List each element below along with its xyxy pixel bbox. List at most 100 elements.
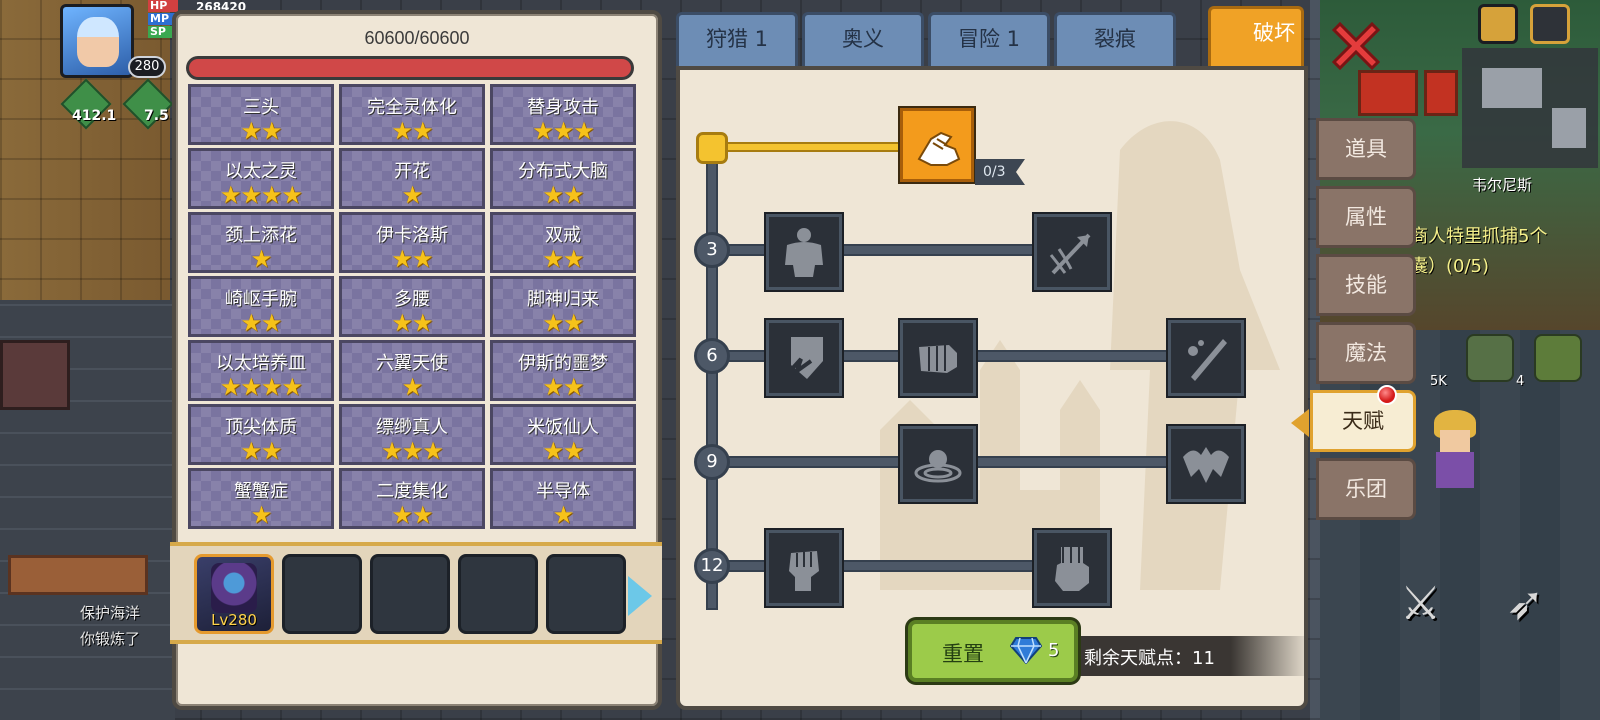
- minimap-room: [1482, 68, 1542, 108]
- trait-name: 三头: [243, 97, 279, 118]
- side-tab-magic[interactable]: 魔法: [1316, 322, 1416, 384]
- tab-adventure[interactable]: 冒险 1: [928, 12, 1050, 70]
- pet-slot-5[interactable]: [546, 554, 626, 634]
- floor-right: [1320, 330, 1600, 720]
- star-rating-icon: ★★: [240, 437, 282, 465]
- globe-icon[interactable]: [1478, 4, 1518, 44]
- close-icon[interactable]: [1326, 16, 1386, 76]
- talent-arrow-strike[interactable]: [1034, 214, 1110, 290]
- pet-slot-1[interactable]: Lv280: [194, 554, 274, 634]
- talent-gauntlet[interactable]: [1034, 530, 1110, 606]
- remaining-points-bar: 剩余天赋点：11: [1080, 636, 1304, 676]
- trait-name: 双戒: [545, 225, 581, 246]
- arrow-icon: [1049, 233, 1091, 275]
- trait-card[interactable]: 完全灵体化 ★★: [339, 84, 485, 145]
- talent-shield-break[interactable]: [766, 320, 842, 396]
- star-rating-icon: ★: [401, 181, 424, 209]
- broken-shield-icon: [779, 337, 823, 383]
- talent-power-punch[interactable]: [900, 320, 976, 396]
- side-tab-attributes[interactable]: 属性: [1316, 186, 1416, 248]
- tier-badge-6: 6: [694, 338, 730, 374]
- avatar-portrait: [77, 17, 119, 67]
- trait-name: 完全灵体化: [367, 97, 457, 118]
- npc-name[interactable]: 韦尔尼斯: [1472, 174, 1532, 195]
- trait-card[interactable]: 分布式大脑 ★★: [490, 148, 636, 209]
- player-avatar[interactable]: [60, 4, 134, 78]
- trait-card[interactable]: 三头 ★★: [188, 84, 334, 145]
- trait-card[interactable]: 伊卡洛斯 ★★: [339, 212, 485, 273]
- diamond-icon: [1010, 637, 1042, 664]
- talent-giant[interactable]: [766, 214, 842, 290]
- hp-bar: [186, 56, 634, 80]
- star-rating-icon: ★: [401, 373, 424, 401]
- star-rating-icon: ★★★★: [219, 181, 303, 209]
- reset-cost: 5: [1048, 640, 1060, 661]
- trait-card[interactable]: 脚神归来 ★★: [490, 276, 636, 337]
- talent-raised-fist[interactable]: [766, 530, 842, 606]
- tab-hunting[interactable]: 狩猎 1: [676, 12, 798, 70]
- trait-card[interactable]: 以太之灵 ★★★★: [188, 148, 334, 209]
- gauntlet-fist-icon: [1055, 547, 1089, 591]
- traits-panel: 60600/60600 三头 ★★ 完全灵体化 ★★ 替身攻击 ★★★ 以太之灵 ★★★★ 开花…: [170, 10, 662, 710]
- trait-name: 以太培养皿: [216, 353, 306, 374]
- side-tab-skills[interactable]: 技能: [1316, 254, 1416, 316]
- bat-wing-icon: [1183, 447, 1229, 483]
- pet-slot-2[interactable]: [282, 554, 362, 634]
- buff-value-1: 412.1: [72, 108, 117, 124]
- talent-arm-wrestle[interactable]: 0/3: [900, 108, 1025, 185]
- trait-card[interactable]: 蟹蟹症 ★: [188, 468, 334, 529]
- talent-blood-blade[interactable]: [1168, 320, 1244, 396]
- tier-badge-3: 3: [694, 232, 730, 268]
- trait-card[interactable]: 缥缈真人 ★★★: [339, 404, 485, 465]
- hero-face: [1440, 430, 1470, 452]
- bow-icon[interactable]: ➶: [1506, 576, 1545, 630]
- trait-card[interactable]: 以太培养皿 ★★★★: [188, 340, 334, 401]
- trait-card[interactable]: 双戒 ★★: [490, 212, 636, 273]
- trait-name: 二度集化: [376, 481, 448, 502]
- trait-card[interactable]: 六翼天使 ★: [339, 340, 485, 401]
- trait-card[interactable]: 二度集化 ★★: [339, 468, 485, 529]
- minimap[interactable]: [1462, 48, 1598, 168]
- trait-card[interactable]: 伊斯的噩梦 ★★: [490, 340, 636, 401]
- side-tab-talent[interactable]: 天赋: [1291, 385, 1416, 452]
- quick-slot-count-2: 4: [1516, 374, 1525, 389]
- pet-slot-3[interactable]: [370, 554, 450, 634]
- trait-card[interactable]: 开花 ★: [339, 148, 485, 209]
- talent-shockwave[interactable]: [900, 426, 976, 502]
- trait-card[interactable]: 顶尖体质 ★★: [188, 404, 334, 465]
- trait-card[interactable]: 米饭仙人 ★★: [490, 404, 636, 465]
- tier-badge-12: 12: [694, 548, 730, 584]
- pet-slot-4[interactable]: [458, 554, 538, 634]
- reset-button[interactable]: 重置 5: [908, 620, 1078, 682]
- talent-tree-panel: 3 6 9 12 0/3 剩余天赋点：11 重置 5: [676, 66, 1308, 710]
- trait-card[interactable]: 颈上添花 ★: [188, 212, 334, 273]
- muscle-body-icon: [785, 228, 823, 277]
- tab-mystery[interactable]: 奥义: [802, 12, 924, 70]
- star-rating-icon: ★★: [391, 309, 433, 337]
- trait-name: 脚神归来: [527, 289, 599, 310]
- pet-bar: Lv280: [170, 542, 662, 644]
- player-level-badge: 280: [128, 56, 166, 78]
- quick-slot-2[interactable]: [1534, 334, 1582, 382]
- fist-punch-icon: [919, 345, 957, 373]
- side-tab-items[interactable]: 道具: [1316, 118, 1416, 180]
- trait-name: 伊卡洛斯: [376, 225, 448, 246]
- exit-icon[interactable]: [1530, 4, 1570, 44]
- star-rating-icon: ★: [250, 245, 273, 273]
- star-rating-icon: ★★: [542, 309, 584, 337]
- star-rating-icon: ★★: [391, 245, 433, 273]
- side-tab-band[interactable]: 乐团: [1316, 458, 1416, 520]
- sword-icon[interactable]: ⚔: [1400, 576, 1441, 630]
- quick-slot-1[interactable]: [1466, 334, 1514, 382]
- trait-card[interactable]: 多腰 ★★: [339, 276, 485, 337]
- quest-tracker[interactable]: 商人特里抓捕5个 囊）(0/5): [1410, 222, 1600, 282]
- trait-card[interactable]: 半导体 ★: [490, 468, 636, 529]
- trait-name: 分布式大脑: [518, 161, 608, 182]
- talent-bat-wings[interactable]: [1168, 426, 1244, 502]
- star-rating-icon: ★★★★: [219, 373, 303, 401]
- tab-rift[interactable]: 裂痕: [1054, 12, 1176, 70]
- next-arrow-icon[interactable]: [628, 576, 652, 616]
- trait-card[interactable]: 崎岖手腕 ★★: [188, 276, 334, 337]
- trait-card[interactable]: 替身攻击 ★★★: [490, 84, 636, 145]
- tab-destruction[interactable]: 破坏: [1208, 6, 1304, 70]
